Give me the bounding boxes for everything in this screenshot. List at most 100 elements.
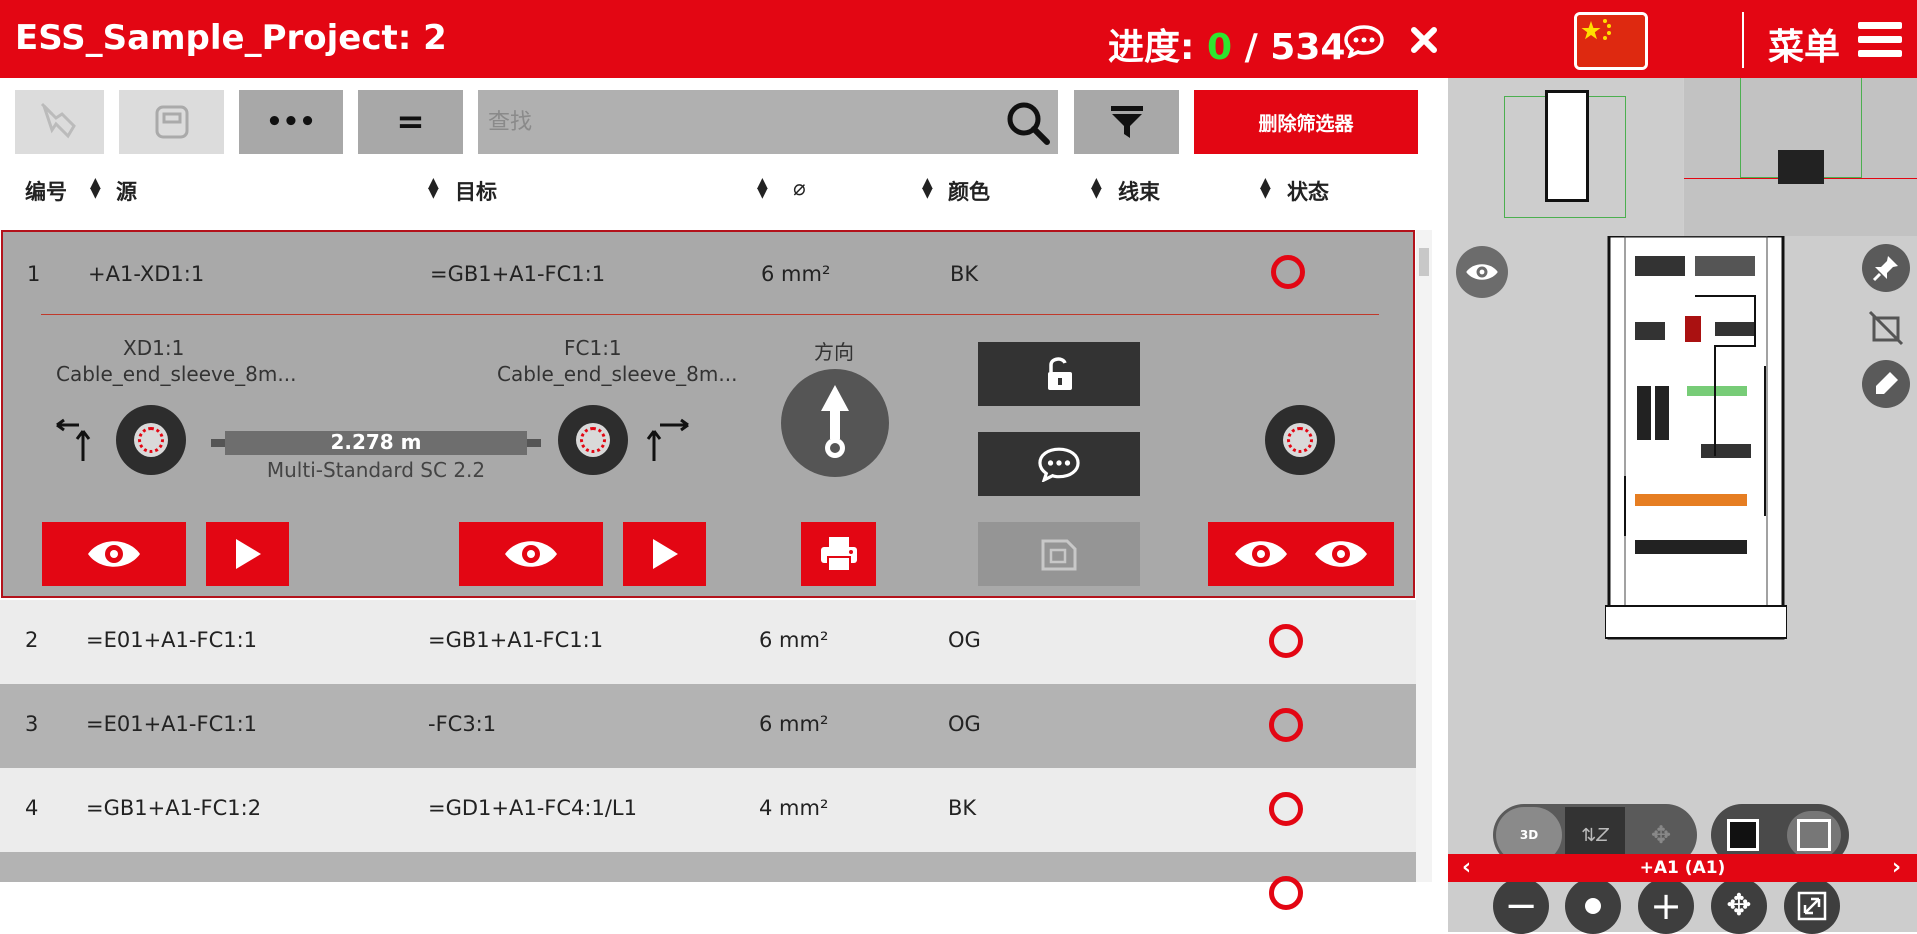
scrollbar-thumb[interactable] <box>1419 248 1429 276</box>
row-diameter: 6 mm² <box>761 262 831 286</box>
status-ring-icon <box>1269 708 1303 742</box>
route-arrow-right-icon <box>646 418 689 461</box>
table-row[interactable]: 4 =GB1+A1-FC1:2 =GD1+A1-FC4:1/L1 4 mm² B… <box>0 768 1416 852</box>
comment-icon[interactable] <box>1344 24 1384 62</box>
menu-label[interactable]: 菜单 <box>1768 18 1840 70</box>
add-comment-button[interactable] <box>978 432 1140 496</box>
route-arrow-left-icon <box>56 418 91 461</box>
row-diameter: 6 mm² <box>759 712 829 736</box>
source-connector-icon[interactable] <box>116 405 186 475</box>
table-row[interactable] <box>0 852 1416 910</box>
sort-icon[interactable]: ▲ ▼ <box>90 176 101 200</box>
table-scrollbar[interactable] <box>1416 230 1432 882</box>
hide-label-button[interactable] <box>1862 304 1910 352</box>
highlight-button[interactable] <box>1862 360 1910 408</box>
visibility-toggle[interactable] <box>1456 246 1508 298</box>
fullscreen-button[interactable] <box>1784 878 1840 934</box>
sort-icon[interactable]: ▲ ▼ <box>922 176 933 200</box>
zoom-in-button[interactable]: + <box>1638 878 1694 934</box>
clear-filter-button[interactable]: 删除筛选器 <box>1194 90 1418 154</box>
source-terminal-id: XD1:1 <box>123 336 185 360</box>
thumbnail-front[interactable] <box>1448 78 1683 236</box>
column-header-target[interactable]: 目标 <box>455 176 497 206</box>
wireframe-mode-icon <box>1797 819 1831 851</box>
search-input[interactable] <box>488 104 968 140</box>
column-header-bundle[interactable]: 线束 <box>1118 176 1160 206</box>
column-header-number[interactable]: 编号 <box>25 176 67 206</box>
eye-icon <box>1234 541 1287 567</box>
row-diameter: 6 mm² <box>759 628 829 652</box>
equals-button[interactable]: = <box>358 90 463 154</box>
printer-icon <box>820 537 857 572</box>
move-button[interactable]: ✥ <box>1711 878 1767 934</box>
target-connector-icon[interactable] <box>558 405 628 475</box>
zoom-out-button[interactable]: − <box>1493 878 1549 934</box>
solid-mode-icon[interactable] <box>1727 819 1759 851</box>
status-ring-icon <box>1269 624 1303 658</box>
row-target: =GD1+A1-FC4:1/L1 <box>428 796 637 820</box>
device-tool-button[interactable] <box>119 90 224 154</box>
move-icon: ✥ <box>1726 888 1752 923</box>
progress-indicator: 进度: 0 / 534 <box>1108 18 1345 70</box>
pin-button[interactable] <box>1862 244 1910 292</box>
unlock-icon <box>1048 357 1072 390</box>
view-both-button[interactable] <box>1208 522 1394 586</box>
table-row[interactable]: 3 =E01+A1-FC1:1 -FC3:1 6 mm² OG <box>0 684 1416 768</box>
sort-icon[interactable]: ▲ ▼ <box>1260 176 1271 200</box>
column-header-diameter[interactable]: ⌀ <box>793 176 806 200</box>
target-end-type: Cable_end_sleeve_8m... <box>497 362 738 386</box>
reset-view-button[interactable] <box>1565 878 1621 934</box>
direction-toggle[interactable] <box>781 369 889 477</box>
3d-viewport[interactable]: 3D ⇅Z ✥ − + ✥ <box>1448 236 1917 934</box>
eye-icon <box>88 541 140 567</box>
row-color: OG <box>948 628 981 652</box>
row-divider <box>41 314 1379 315</box>
status-ring-icon <box>1269 876 1303 910</box>
row-target: =GB1+A1-FC1:1 <box>428 628 604 652</box>
print-button[interactable] <box>801 522 876 586</box>
row-number: 1 <box>27 262 41 286</box>
status-connector-icon[interactable] <box>1265 405 1335 475</box>
eye-icon <box>1315 541 1368 567</box>
search-icon[interactable] <box>1005 100 1051 146</box>
row-source: =E01+A1-FC1:1 <box>86 712 258 736</box>
project-title: ESS_Sample_Project: 2 <box>15 18 447 58</box>
viewer-location-label: +A1 (A1) <box>1639 858 1726 878</box>
thumbnail-top[interactable] <box>1684 78 1917 236</box>
play-target-button[interactable] <box>623 522 706 586</box>
app-header: ESS_Sample_Project: 2 进度: 0 / 534 菜单 <box>0 0 1917 78</box>
sort-icon[interactable]: ▲ ▼ <box>428 176 439 200</box>
sort-icon[interactable]: ▲ ▼ <box>757 176 768 200</box>
close-icon[interactable] <box>1410 26 1438 58</box>
view-target-button[interactable] <box>459 522 603 586</box>
row-target: -FC3:1 <box>428 712 497 736</box>
more-options-button[interactable]: ••• <box>239 90 343 154</box>
device-icon <box>155 105 188 139</box>
direction-label: 方向 <box>814 340 854 364</box>
row-source: =GB1+A1-FC1:2 <box>86 796 262 820</box>
label-off-icon <box>1868 310 1904 346</box>
target-terminal-id: FC1:1 <box>564 336 622 360</box>
column-header-source[interactable]: 源 <box>116 176 137 206</box>
table-row[interactable]: 2 =E01+A1-FC1:1 =GB1+A1-FC1:1 6 mm² OG <box>0 600 1416 684</box>
next-arrow-icon[interactable]: › <box>1892 855 1901 880</box>
connector-tool-button[interactable] <box>15 90 104 154</box>
progress-total: 534 <box>1270 27 1346 68</box>
unlock-button[interactable] <box>978 342 1140 406</box>
filter-button[interactable] <box>1074 90 1179 154</box>
dot-icon <box>1585 898 1601 914</box>
column-header-status[interactable]: 状态 <box>1287 176 1329 206</box>
play-source-button[interactable] <box>206 522 289 586</box>
sort-icon[interactable]: ▲ ▼ <box>1091 176 1102 200</box>
hamburger-menu-icon[interactable] <box>1858 22 1902 58</box>
play-icon <box>652 539 678 569</box>
label-button[interactable] <box>978 522 1140 586</box>
wireframe-mode-toggle[interactable] <box>1787 811 1841 859</box>
fullscreen-icon <box>1797 891 1827 921</box>
column-header-color[interactable]: 颜色 <box>948 176 990 206</box>
table-row-expanded[interactable]: 1 +A1-XD1:1 =GB1+A1-FC1:1 6 mm² BK XD1:1… <box>1 230 1415 598</box>
cabinet-drawing <box>1605 236 1787 640</box>
view-source-button[interactable] <box>42 522 186 586</box>
status-ring-icon <box>1269 792 1303 826</box>
language-flag-icon[interactable] <box>1574 12 1648 70</box>
